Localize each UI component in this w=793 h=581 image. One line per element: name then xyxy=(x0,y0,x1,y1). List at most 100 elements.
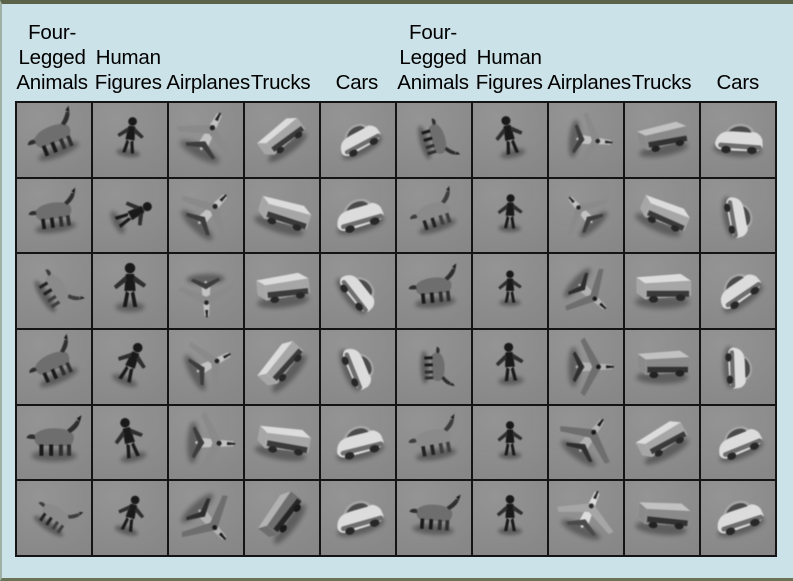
grid-cell-car xyxy=(701,481,775,555)
truck-object-icon xyxy=(637,121,689,158)
grid-cell-truck xyxy=(625,405,699,480)
grid-cell-four-legged-animal xyxy=(397,329,471,404)
grid-cell-four-legged-animal xyxy=(397,405,471,480)
grid-cell-airplane xyxy=(549,405,623,480)
column-header-line: Airplanes xyxy=(547,71,631,94)
car-object-icon xyxy=(720,274,763,314)
grid-cell-car xyxy=(321,178,395,253)
column-header-cars-right: Cars xyxy=(700,70,776,98)
animal-object-icon xyxy=(33,502,84,537)
column-header-human-figures-right: Human Figures xyxy=(471,45,547,98)
grid-cell-truck xyxy=(245,254,319,328)
truck-object-icon xyxy=(257,341,307,393)
column-header-line: Four- xyxy=(28,21,77,44)
grid-cell-human-figure xyxy=(93,329,167,404)
plane-object-icon xyxy=(567,196,608,237)
column-header-human-figures-left: Human Figures xyxy=(90,45,166,98)
human-object-icon xyxy=(114,496,145,536)
grid-cell-four-legged-animal xyxy=(17,178,91,253)
column-header-trucks-right: Trucks xyxy=(624,70,700,98)
truck-object-icon xyxy=(256,273,310,309)
animal-object-icon xyxy=(417,118,461,160)
grid-cell-airplane xyxy=(169,103,243,177)
human-object-icon xyxy=(497,420,523,459)
truck-object-icon xyxy=(253,195,312,236)
grid-cell-airplane xyxy=(549,254,623,328)
grid-cell-truck xyxy=(625,329,699,404)
grid-cell-human-figure xyxy=(93,178,167,253)
human-object-icon xyxy=(113,263,147,313)
grid-cell-four-legged-animal xyxy=(17,405,91,480)
animal-object-icon xyxy=(420,346,455,387)
grid-cell-four-legged-animal xyxy=(17,481,91,555)
grid-cell-car xyxy=(321,103,395,177)
truck-object-icon xyxy=(635,194,690,237)
grid-cell-truck xyxy=(625,254,699,328)
grid-cell-truck xyxy=(625,178,699,253)
grid-cell-human-figure xyxy=(473,329,547,404)
animal-object-icon xyxy=(408,413,457,461)
grid-cell-car xyxy=(701,405,775,480)
plane-object-icon xyxy=(184,341,231,394)
grid-cell-truck xyxy=(625,103,699,177)
grid-cell-airplane xyxy=(169,254,243,328)
car-object-icon xyxy=(336,275,375,315)
plane-object-icon xyxy=(568,337,614,397)
column-header-line: Figures xyxy=(94,71,162,94)
column-header-line: Animals xyxy=(397,71,469,94)
truck-object-icon xyxy=(634,274,691,309)
plane-object-icon xyxy=(187,411,236,474)
column-header-line: Trucks xyxy=(250,71,311,94)
grid-cell-four-legged-animal xyxy=(397,178,471,253)
grid-cell-car xyxy=(321,481,395,555)
animal-object-icon xyxy=(408,263,457,309)
column-header-line: Figures xyxy=(475,71,543,94)
grid-cell-airplane xyxy=(549,103,623,177)
human-object-icon xyxy=(497,193,523,232)
plane-object-icon xyxy=(177,274,234,318)
column-header-four-legged-animals-right: Four- Legged Animals xyxy=(395,20,471,98)
grid-cell-airplane xyxy=(549,481,623,555)
grid-cell-truck xyxy=(245,329,319,404)
column-header-trucks-left: Trucks xyxy=(243,70,319,98)
plane-object-icon xyxy=(563,268,607,311)
car-object-icon xyxy=(717,501,765,538)
car-object-icon xyxy=(337,198,385,235)
grid-cell-four-legged-animal xyxy=(17,329,91,404)
human-object-icon xyxy=(110,201,152,234)
car-object-icon xyxy=(339,348,374,391)
grid-cell-airplane xyxy=(549,329,623,404)
grid-cell-four-legged-animal xyxy=(397,254,471,328)
grid-cell-human-figure xyxy=(93,405,167,480)
grid-cell-airplane xyxy=(549,178,623,253)
grid-cell-car xyxy=(321,405,395,480)
norb-sample-figure: Four- Legged Animals Human Figures Airplanes T… xyxy=(2,4,793,578)
grid-cell-human-figure xyxy=(93,254,167,328)
grid-cell-car xyxy=(701,103,775,177)
grid-cell-human-figure xyxy=(473,254,547,328)
plane-object-icon xyxy=(176,112,234,164)
grid-cell-human-figure xyxy=(473,178,547,253)
human-object-icon xyxy=(495,342,524,386)
column-header-line: Legged xyxy=(18,46,86,69)
grid-cell-human-figure xyxy=(93,481,167,555)
grid-cell-car xyxy=(321,329,395,404)
plane-object-icon xyxy=(560,418,610,467)
grid-cell-human-figure xyxy=(93,103,167,177)
plane-object-icon xyxy=(181,193,228,241)
animal-object-icon xyxy=(26,414,82,462)
grid-cell-car xyxy=(321,254,395,328)
truck-object-icon xyxy=(257,117,308,163)
column-header-line: Animals xyxy=(16,71,88,94)
human-object-icon xyxy=(116,117,144,158)
column-header-airplanes-left: Airplanes xyxy=(166,70,250,98)
car-object-icon xyxy=(340,123,382,160)
grid-cell-four-legged-animal xyxy=(397,481,471,555)
human-object-icon xyxy=(496,495,524,536)
grid-cell-car xyxy=(701,254,775,328)
truck-object-icon xyxy=(635,420,689,465)
animal-object-icon xyxy=(29,333,78,388)
grid-cell-airplane xyxy=(169,481,243,555)
car-object-icon xyxy=(336,425,385,462)
grid-cell-human-figure xyxy=(473,103,547,177)
